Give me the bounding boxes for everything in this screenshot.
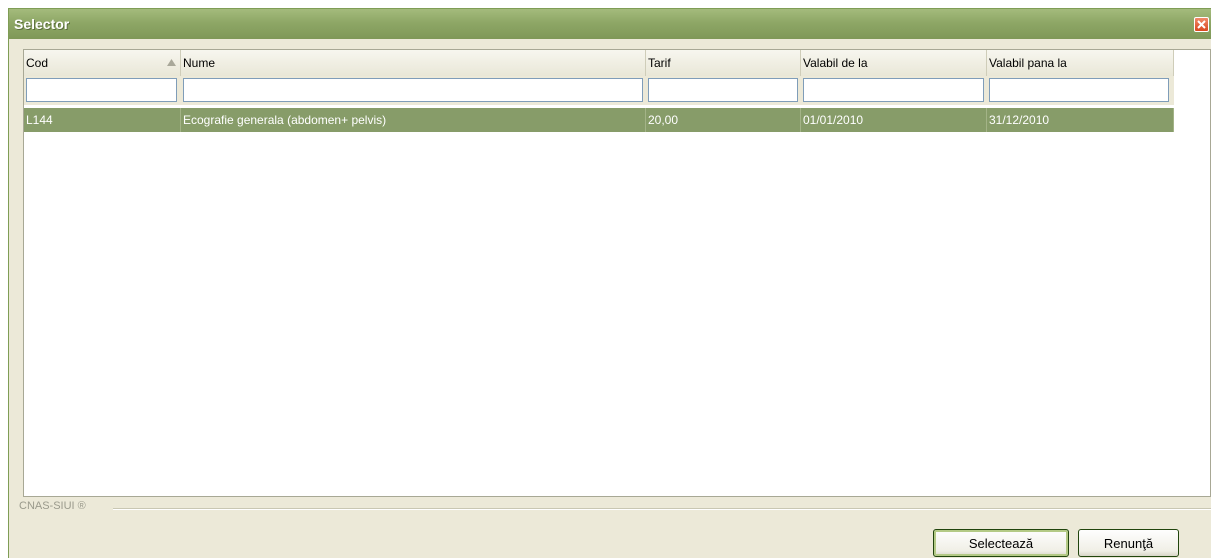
cell-tarif: 20,00 <box>646 108 801 132</box>
cell-valabil-pana-la: 31/12/2010 <box>987 108 1174 132</box>
column-label: Valabil de la <box>803 56 868 70</box>
column-label: Valabil pana la <box>989 56 1067 70</box>
filter-valabil-pana-la-input[interactable] <box>989 78 1169 102</box>
brand-label: CNAS-SIUI ® <box>19 500 86 512</box>
filter-cod-input[interactable] <box>26 78 177 102</box>
close-button[interactable] <box>1194 17 1209 32</box>
table-row[interactable]: L144 Ecografie generala (abdomen+ pelvis… <box>24 108 1174 132</box>
selector-dialog: Selector Cod Nume Tarif Valabil de la Va… <box>8 8 1211 558</box>
column-header-tarif[interactable]: Tarif <box>646 50 801 76</box>
column-label: Nume <box>183 56 216 70</box>
column-header-nume[interactable]: Nume <box>181 50 646 76</box>
filter-row <box>24 76 1174 105</box>
results-grid[interactable]: Cod Nume Tarif Valabil de la Valabil pan… <box>23 49 1211 497</box>
select-button[interactable]: Selectează <box>933 529 1069 557</box>
window-title: Selector <box>14 16 70 32</box>
sort-ascending-icon <box>167 59 176 66</box>
column-header-valabil-de-la[interactable]: Valabil de la <box>801 50 987 76</box>
cell-nume: Ecografie generala (abdomen+ pelvis) <box>181 108 646 132</box>
desktop-edge <box>0 0 8 558</box>
column-header-valabil-pana-la[interactable]: Valabil pana la <box>987 50 1174 76</box>
close-icon <box>1197 20 1206 29</box>
cancel-button[interactable]: Renunţă <box>1078 529 1179 557</box>
title-bar[interactable]: Selector <box>9 9 1211 39</box>
cell-valabil-de-la: 01/01/2010 <box>801 108 987 132</box>
footer-divider <box>113 508 1211 510</box>
cell-cod: L144 <box>24 108 181 132</box>
column-header-cod[interactable]: Cod <box>24 50 181 76</box>
filter-tarif-input[interactable] <box>648 78 798 102</box>
grid-header: Cod Nume Tarif Valabil de la Valabil pan… <box>24 50 1174 77</box>
column-label: Cod <box>26 56 49 70</box>
filter-valabil-de-la-input[interactable] <box>803 78 984 102</box>
filter-nume-input[interactable] <box>183 78 643 102</box>
column-label: Tarif <box>648 56 671 70</box>
